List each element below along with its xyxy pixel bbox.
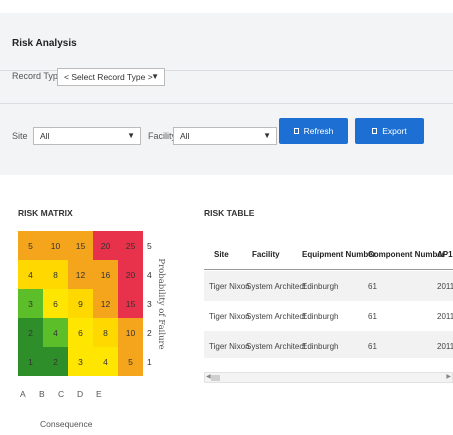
export-label: Export bbox=[382, 126, 407, 136]
matrix-cell[interactable]: 3 bbox=[18, 289, 43, 318]
matrix-column-label: A bbox=[20, 389, 26, 399]
header-ap1[interactable]: AP1 bbox=[437, 250, 453, 259]
matrix-cell[interactable]: 8 bbox=[43, 260, 68, 289]
matrix-cell[interactable]: 4 bbox=[18, 260, 43, 289]
matrix-column-label: C bbox=[58, 389, 65, 399]
matrix-cell[interactable]: 4 bbox=[43, 318, 68, 347]
panel-divider-2 bbox=[0, 103, 453, 104]
site-select[interactable]: All ▼ bbox=[33, 127, 141, 145]
chevron-down-icon: ▼ bbox=[263, 131, 271, 140]
facility-select[interactable]: All ▼ bbox=[173, 127, 277, 145]
matrix-row-label: 4 bbox=[147, 270, 152, 280]
table-row[interactable]: Tiger Nixon System Architect Edinburgh 61 20… bbox=[204, 271, 453, 301]
matrix-cell[interactable]: 5 bbox=[118, 347, 143, 376]
matrix-cell[interactable]: 6 bbox=[68, 318, 93, 347]
matrix-cell[interactable]: 12 bbox=[68, 260, 93, 289]
risk-table-title: RISK TABLE bbox=[204, 208, 255, 218]
matrix-cell[interactable]: 16 bbox=[93, 260, 118, 289]
refresh-button[interactable]: Refresh bbox=[279, 118, 348, 144]
header-facility[interactable]: Facility bbox=[252, 250, 280, 259]
record-type-label: Record Type bbox=[12, 71, 63, 81]
panel-title: Risk Analysis bbox=[12, 38, 77, 49]
table-cell: Tiger Nixon bbox=[209, 342, 250, 351]
table-cell: 61 bbox=[368, 282, 377, 291]
matrix-cell[interactable]: 9 bbox=[68, 289, 93, 318]
table-cell: 2011/04 bbox=[437, 312, 453, 321]
table-cell: System Architect bbox=[246, 312, 306, 321]
matrix-cell[interactable]: 3 bbox=[68, 347, 93, 376]
matrix-row-label: 5 bbox=[147, 241, 152, 251]
table-cell: Edinburgh bbox=[302, 312, 339, 321]
matrix-cell[interactable]: 1 bbox=[18, 347, 43, 376]
table-cell: 2011/04 bbox=[437, 282, 453, 291]
matrix-cell[interactable]: 20 bbox=[118, 260, 143, 289]
table-cell: 61 bbox=[368, 342, 377, 351]
table-cell: 2011/04 bbox=[437, 342, 453, 351]
export-icon bbox=[372, 128, 378, 134]
risk-matrix-title: RISK MATRIX bbox=[18, 208, 73, 218]
site-label: Site bbox=[12, 131, 28, 141]
matrix-cell[interactable]: 2 bbox=[18, 318, 43, 347]
table-cell: System Architect bbox=[246, 342, 306, 351]
header-site[interactable]: Site bbox=[214, 250, 229, 259]
matrix-cell[interactable]: 12 bbox=[93, 289, 118, 318]
facility-value: All bbox=[180, 131, 190, 141]
table-header: Site Facility Equipment Number Component… bbox=[204, 240, 453, 270]
table-row[interactable]: Tiger Nixon System Architect Edinburgh 61 20… bbox=[204, 301, 453, 331]
scroll-thumb[interactable] bbox=[211, 375, 220, 381]
matrix-cell[interactable]: 4 bbox=[93, 347, 118, 376]
matrix-cell[interactable]: 25 bbox=[118, 231, 143, 260]
record-type-value: < Select Record Type > bbox=[64, 72, 153, 82]
matrix-column-label: E bbox=[96, 389, 102, 399]
matrix-column-label: B bbox=[39, 389, 45, 399]
consequence-axis-label: Consequence bbox=[40, 419, 93, 429]
risk-matrix: 5 10 15 20 25 4 8 12 16 20 3 6 9 12 15 2 4 6 8 10 1 2 3 4 5 bbox=[18, 231, 143, 376]
matrix-cell[interactable]: 6 bbox=[43, 289, 68, 318]
matrix-cell[interactable]: 2 bbox=[43, 347, 68, 376]
matrix-cell[interactable]: 15 bbox=[68, 231, 93, 260]
filter-panel: Risk Analysis Record Type < Select Recor… bbox=[0, 13, 453, 175]
matrix-row-label: 3 bbox=[147, 299, 152, 309]
table-row[interactable]: Tiger Nixon System Architect Edinburgh 61 20… bbox=[204, 331, 453, 358]
risk-table: Site Facility Equipment Number Component… bbox=[204, 226, 453, 358]
matrix-cell[interactable]: 10 bbox=[118, 318, 143, 347]
table-cell: Tiger Nixon bbox=[209, 282, 250, 291]
site-value: All bbox=[40, 131, 50, 141]
table-cell: Edinburgh bbox=[302, 282, 339, 291]
matrix-column-label: D bbox=[77, 389, 84, 399]
horizontal-scrollbar[interactable]: ◀ ▶ bbox=[204, 372, 453, 383]
chevron-down-icon: ▼ bbox=[127, 131, 135, 140]
matrix-cell[interactable]: 8 bbox=[93, 318, 118, 347]
header-component-number[interactable]: Component Number bbox=[368, 250, 445, 259]
table-cell: System Architect bbox=[246, 282, 306, 291]
header-equipment-number[interactable]: Equipment Number bbox=[302, 250, 376, 259]
table-cell: 61 bbox=[368, 312, 377, 321]
record-type-select[interactable]: < Select Record Type > ▼ bbox=[57, 68, 165, 86]
export-button[interactable]: Export bbox=[355, 118, 424, 144]
matrix-cell[interactable]: 5 bbox=[18, 231, 43, 260]
probability-axis-label: Probability of Failure bbox=[156, 258, 166, 350]
matrix-row-label: 1 bbox=[147, 357, 152, 367]
scroll-right-icon[interactable]: ▶ bbox=[446, 373, 451, 380]
table-cell: Tiger Nixon bbox=[209, 312, 250, 321]
scroll-left-icon[interactable]: ◀ bbox=[206, 373, 211, 380]
refresh-label: Refresh bbox=[303, 126, 334, 136]
refresh-icon bbox=[293, 128, 299, 134]
matrix-cell[interactable]: 10 bbox=[43, 231, 68, 260]
matrix-row-label: 2 bbox=[147, 328, 152, 338]
matrix-cell[interactable]: 20 bbox=[93, 231, 118, 260]
matrix-cell[interactable]: 15 bbox=[118, 289, 143, 318]
table-cell: Edinburgh bbox=[302, 342, 339, 351]
facility-label: Facility bbox=[148, 131, 177, 141]
chevron-down-icon: ▼ bbox=[151, 72, 159, 81]
